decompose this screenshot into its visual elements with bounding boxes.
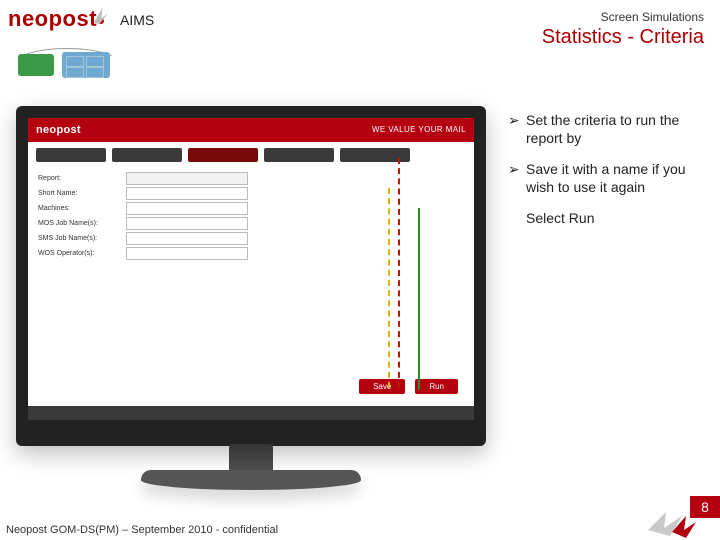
arrow-green-icon — [418, 208, 420, 390]
app-logo: neopost — [36, 124, 81, 136]
wosop-input[interactable] — [126, 247, 248, 260]
breadcrumb: Statistics - Criteria — [542, 26, 704, 49]
bullet-arrow-icon: ➢ — [508, 161, 526, 196]
wosop-label: WOS Operator(s): — [38, 250, 126, 257]
bullet-text: Set the criteria to run the report by — [526, 112, 706, 147]
app-slogan: WE VALUE YOUR MAIL — [372, 118, 466, 142]
bullet-text: Save it with a name if you wish to use i… — [526, 161, 706, 196]
tab-jobs[interactable] — [112, 148, 182, 162]
bullet-arrow-icon — [508, 210, 526, 228]
footer-logo-icon — [648, 510, 696, 538]
tab-administration[interactable] — [264, 148, 334, 162]
tab-statistics[interactable] — [188, 148, 258, 162]
bullet-item: Select Run — [508, 210, 706, 228]
arrow-red-icon — [398, 158, 402, 388]
report-select[interactable] — [126, 172, 248, 185]
bullet-arrow-icon: ➢ — [508, 112, 526, 147]
mosjob-input[interactable] — [126, 217, 248, 230]
monitor-frame: neopost WE VALUE YOUR MAIL Report: Short… — [16, 106, 486, 446]
app-window: neopost WE VALUE YOUR MAIL Report: Short… — [28, 118, 474, 420]
app-footer — [28, 406, 474, 420]
flow-diagram-icon — [6, 40, 126, 86]
smsjob-input[interactable] — [126, 232, 248, 245]
tab-dashboard[interactable] — [36, 148, 106, 162]
machines-label: Machines: — [38, 205, 126, 212]
footer-note: Neopost GOM-DS(PM) – September 2010 - co… — [6, 524, 278, 536]
mosjob-label: MOS Job Name(s): — [38, 220, 126, 227]
machines-input[interactable] — [126, 202, 248, 215]
logo-flare-icon — [90, 4, 112, 26]
smsjob-label: SMS Job Name(s): — [38, 235, 126, 242]
arrow-yellow-icon — [388, 188, 392, 388]
subtitle: Screen Simulations — [542, 10, 704, 24]
report-label: Report: — [38, 175, 126, 182]
bullet-item: ➢ Save it with a name if you wish to use… — [508, 161, 706, 196]
bullet-item: ➢ Set the criteria to run the report by — [508, 112, 706, 147]
shortname-input[interactable] — [126, 187, 248, 200]
run-button[interactable]: Run — [415, 379, 458, 394]
bullet-text: Select Run — [526, 210, 706, 228]
product-name: AIMS — [120, 12, 154, 28]
shortname-label: Short Name: — [38, 190, 126, 197]
